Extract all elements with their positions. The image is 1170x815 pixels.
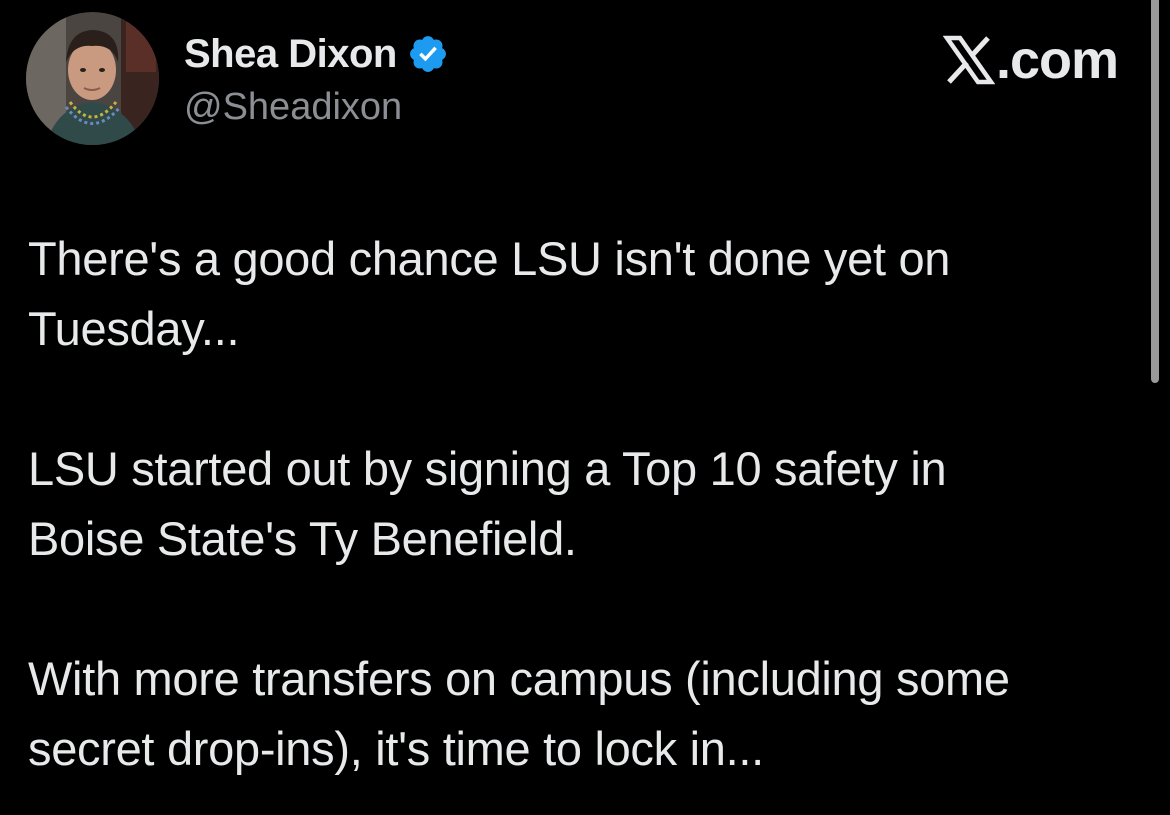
tweet-text: There's a good chance LSU isn't done yet… (28, 224, 1138, 784)
tweet-header: Shea Dixon @Sheadixon .com (26, 12, 1136, 147)
author-display-name[interactable]: Shea Dixon (184, 32, 397, 77)
name-row: Shea Dixon (184, 32, 449, 77)
brand-domain-text: .com (995, 30, 1119, 90)
scrollbar[interactable] (1151, 0, 1159, 383)
verified-badge-icon (407, 33, 449, 75)
tweet-screenshot: { "author": { "display_name": "Shea Dixo… (0, 0, 1170, 815)
author-handle[interactable]: @Sheadixon (184, 86, 449, 129)
avatar-photo-icon (26, 12, 159, 145)
tweet-paragraph: With more transfers on campus (including… (28, 652, 1010, 775)
tweet-paragraph: There's a good chance LSU isn't done yet… (28, 232, 951, 355)
x-brand: .com (942, 30, 1119, 90)
author-info: Shea Dixon @Sheadixon (184, 32, 449, 129)
x-logo-icon (942, 35, 996, 85)
avatar[interactable] (26, 12, 159, 145)
tweet-paragraph: LSU started out by signing a Top 10 safe… (28, 442, 947, 565)
